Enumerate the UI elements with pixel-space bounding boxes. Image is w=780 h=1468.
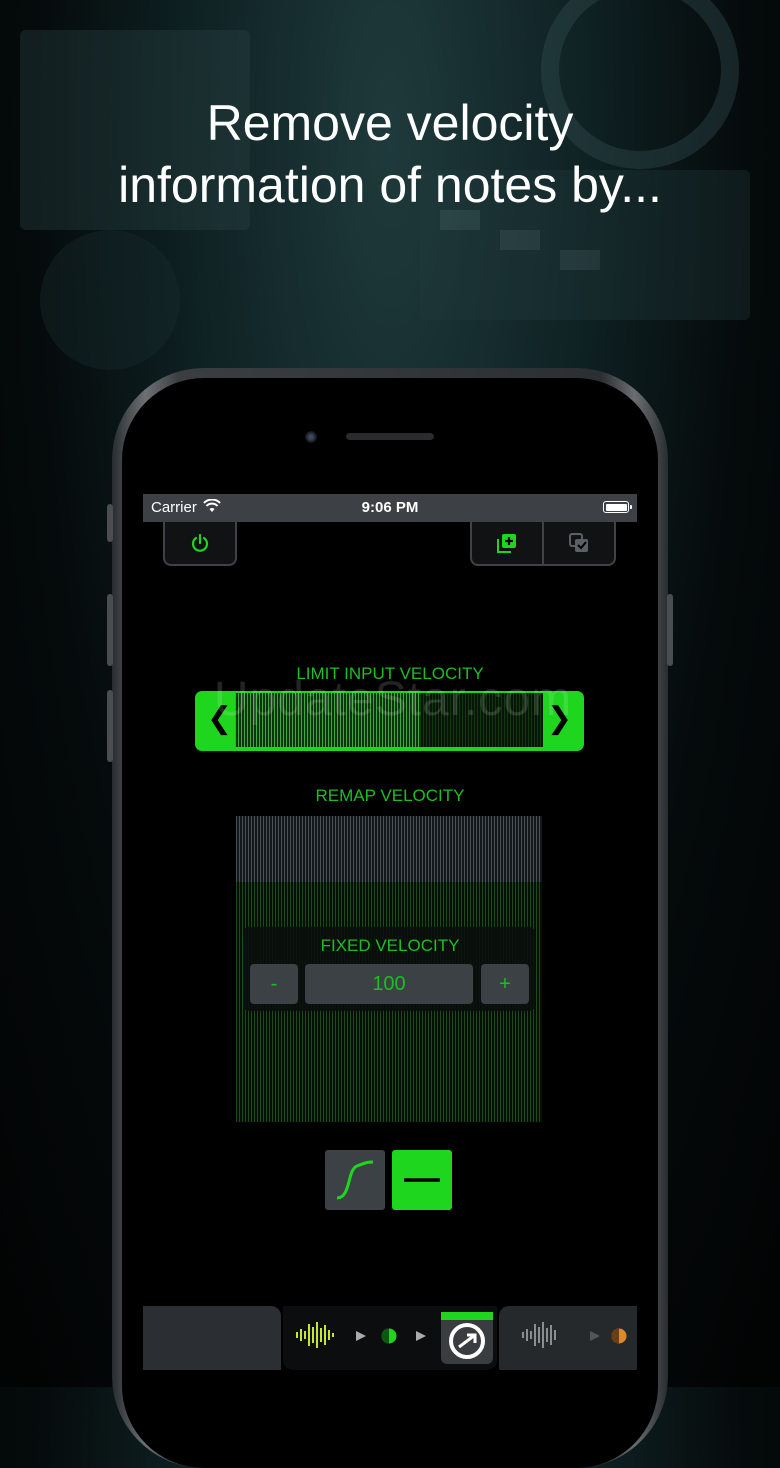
side-button (667, 594, 673, 666)
add-preset-button[interactable] (470, 522, 544, 566)
chain-arrow-icon (356, 1331, 366, 1341)
velocity-app-icon[interactable] (441, 1312, 493, 1364)
flat-mode-button[interactable] (392, 1150, 452, 1210)
waveform-icon (296, 1322, 334, 1348)
clock: 9:06 PM (361, 499, 419, 516)
next-plugin-slot[interactable] (499, 1306, 637, 1370)
status-bar: Carrier 9:06 PM (143, 494, 637, 522)
front-camera (305, 431, 317, 443)
host-app-bar (143, 1306, 637, 1387)
plugin-chain-strip (283, 1306, 497, 1370)
flat-line-icon (404, 1178, 440, 1182)
app-screen: Carrier 9:06 PM LIMIT INPUT VELOCITY ❮ ❯… (143, 494, 637, 1387)
velocity-value-display: 100 (305, 964, 473, 1004)
velocity-increase-button[interactable]: + (481, 964, 529, 1004)
plugin-dot-icon (611, 1328, 627, 1344)
remap-graph-upper (236, 816, 542, 882)
chain-arrow-icon (416, 1331, 426, 1341)
battery-icon (603, 501, 632, 513)
velocity-decrease-button[interactable]: - (250, 964, 298, 1004)
host-app-slot[interactable] (143, 1306, 281, 1370)
chain-arrow-icon (590, 1331, 600, 1341)
s-curve-icon (336, 1160, 374, 1200)
volume-down-button (107, 690, 113, 762)
waveform-icon (522, 1322, 556, 1348)
watermark: UpdateStar.com (213, 673, 573, 726)
add-preset-icon (497, 534, 516, 553)
plugin-dot-icon (381, 1328, 397, 1344)
earpiece-speaker (346, 433, 434, 440)
volume-up-button (107, 594, 113, 666)
fixed-velocity-label: FIXED VELOCITY (320, 936, 460, 955)
power-icon (191, 533, 209, 552)
promo-headline: Remove velocity information of notes by.… (118, 95, 662, 213)
mute-switch (107, 504, 113, 542)
select-copy-icon (569, 533, 588, 552)
power-button[interactable] (163, 522, 237, 566)
remap-velocity-label: REMAP VELOCITY (315, 786, 465, 805)
curve-mode-button[interactable] (325, 1150, 385, 1210)
select-copy-button[interactable] (542, 522, 616, 566)
